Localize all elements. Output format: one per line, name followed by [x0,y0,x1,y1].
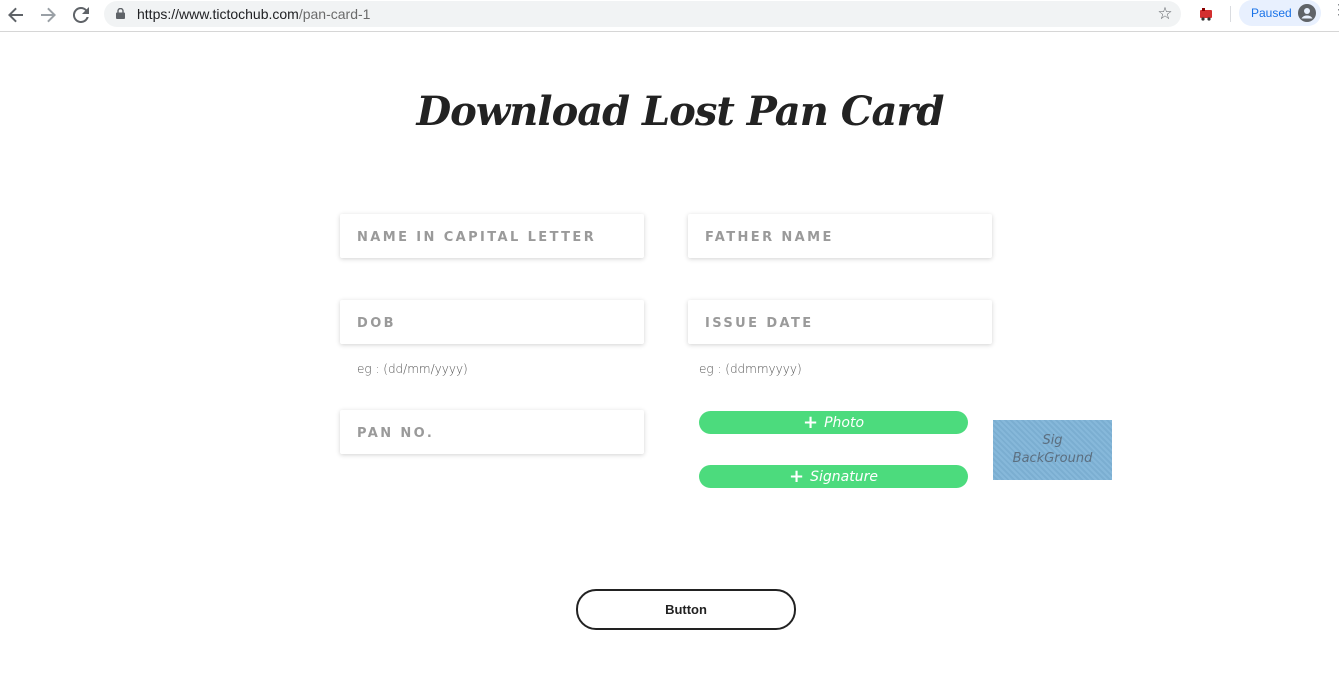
address-bar[interactable]: https://www.tictochub.com/pan-card-1 ☆ [104,1,1181,27]
name-input[interactable]: NAME IN CAPITAL LETTER [340,214,644,258]
dob-placeholder: DOB [357,316,396,331]
profile-status-chip[interactable]: Paused [1239,0,1321,26]
url-host: https://www.tictochub.com [137,6,299,22]
dob-input[interactable]: DOB [340,300,644,344]
avatar-icon [1298,4,1316,22]
issue-date-hint: eg : (ddmmyyyy) [699,362,802,376]
plus-icon: + [789,466,805,487]
issue-date-input[interactable]: ISSUE DATE [688,300,992,344]
signature-upload-label: Signature [810,469,878,485]
signature-preview-line2: BackGround [1012,451,1093,466]
submit-button[interactable]: Button [576,589,796,630]
pan-number-placeholder: PAN NO. [357,426,435,441]
reload-icon[interactable] [69,3,93,27]
father-name-input[interactable]: FATHER NAME [688,214,992,258]
photo-upload-label: Photo [824,415,865,431]
extension-icon[interactable] [1198,6,1214,22]
pan-number-input[interactable]: PAN NO. [340,410,644,454]
forward-arrow-icon[interactable] [36,3,60,27]
toolbar-separator [1230,6,1231,22]
page-title: Download Lost Pan Card [416,88,944,135]
star-icon[interactable]: ☆ [1155,4,1175,24]
browser-toolbar: https://www.tictochub.com/pan-card-1 ☆ P… [0,0,1339,32]
url-text: https://www.tictochub.com/pan-card-1 [137,6,370,22]
profile-status-label: Paused [1251,6,1292,20]
name-placeholder: NAME IN CAPITAL LETTER [357,230,597,245]
father-name-placeholder: FATHER NAME [705,230,834,245]
signature-preview-image: Sig BackGround [993,420,1112,480]
url-path: /pan-card-1 [298,6,371,22]
issue-date-placeholder: ISSUE DATE [705,316,814,331]
photo-upload-button[interactable]: + Photo [699,411,968,434]
lock-icon [116,8,125,19]
back-arrow-icon[interactable] [4,3,28,27]
plus-icon: + [802,412,819,433]
kebab-menu-icon[interactable]: ⋮ [1332,2,1339,22]
signature-upload-button[interactable]: + Signature [699,465,968,488]
signature-preview-line1: Sig [1042,433,1063,448]
dob-hint: eg : (dd/mm/yyyy) [357,362,468,376]
